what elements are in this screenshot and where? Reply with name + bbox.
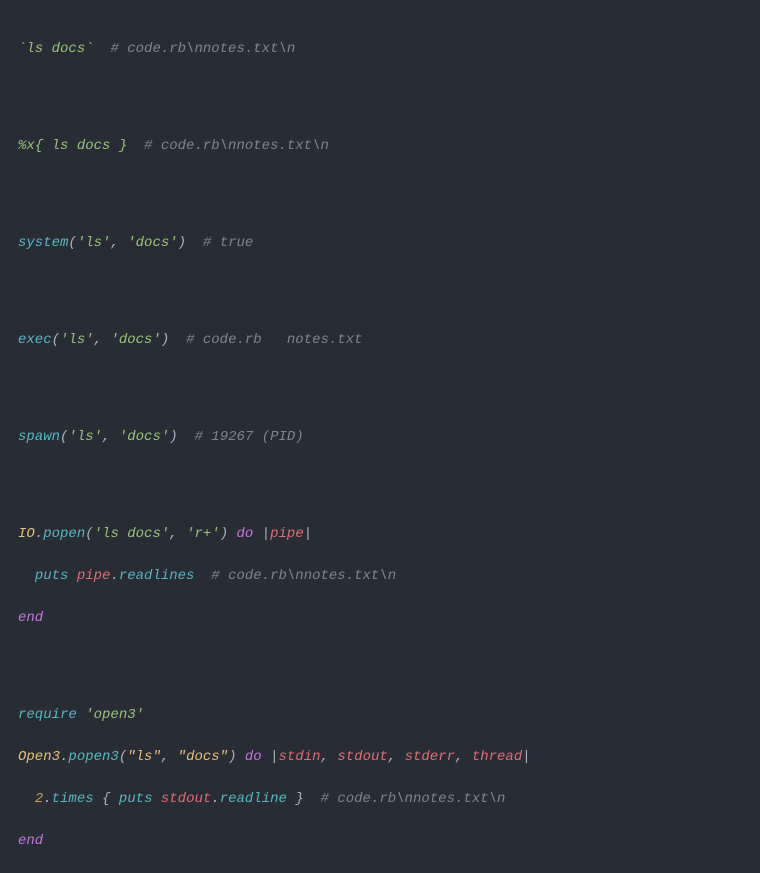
- class-open3: Open3: [18, 749, 60, 765]
- fn-readline: readline: [220, 791, 287, 807]
- kw-end: end: [18, 833, 43, 849]
- string-arg: 'docs': [119, 429, 169, 445]
- blank-line: [18, 275, 742, 309]
- fn-popen: popen: [43, 526, 85, 542]
- pctx-cmd: ls docs: [52, 138, 111, 154]
- string-arg: 'open3': [85, 707, 144, 723]
- code-line: end: [18, 608, 742, 629]
- class-io: IO: [18, 526, 35, 542]
- kw-do: do: [237, 526, 254, 542]
- block-param: stdin: [279, 749, 321, 765]
- comment: # code.rb\nnotes.txt\n: [144, 138, 329, 154]
- fn-spawn: spawn: [18, 429, 60, 445]
- backtick-cmd: ls docs: [26, 41, 85, 57]
- code-line: require 'open3': [18, 705, 742, 726]
- fn-exec: exec: [18, 332, 52, 348]
- blank-line: [18, 178, 742, 212]
- var-stdout: stdout: [161, 791, 211, 807]
- fn-popen3: popen3: [68, 749, 118, 765]
- kw-end: end: [18, 610, 43, 626]
- block-param: pipe: [270, 526, 304, 542]
- string-arg: 'ls': [60, 332, 94, 348]
- fn-system: system: [18, 235, 68, 251]
- blank-line: [18, 469, 742, 503]
- code-line: puts pipe.readlines # code.rb\nnotes.txt…: [18, 566, 742, 587]
- number-literal: 2: [35, 791, 43, 807]
- block-param: thread: [472, 749, 522, 765]
- block-param: stderr: [405, 749, 455, 765]
- code-line: `ls docs` # code.rb\nnotes.txt\n: [18, 39, 742, 60]
- pctx-close: }: [110, 138, 127, 154]
- fn-puts: puts: [35, 568, 69, 584]
- fn-times: times: [52, 791, 94, 807]
- code-line: Open3.popen3("ls", "docs") do |stdin, st…: [18, 747, 742, 768]
- string-arg: 'ls': [68, 429, 102, 445]
- backtick-close: `: [85, 41, 93, 57]
- blank-line: [18, 81, 742, 115]
- code-line: spawn('ls', 'docs') # 19267 (PID): [18, 427, 742, 448]
- fn-readlines: readlines: [119, 568, 195, 584]
- fn-puts: puts: [119, 791, 153, 807]
- block-param: stdout: [337, 749, 387, 765]
- string-arg: 'docs': [127, 235, 177, 251]
- comment: # code.rb notes.txt: [186, 332, 362, 348]
- blank-line: [18, 372, 742, 406]
- code-line: IO.popen('ls docs', 'r+') do |pipe|: [18, 524, 742, 545]
- comment: # true: [203, 235, 253, 251]
- comment: # code.rb\nnotes.txt\n: [211, 568, 396, 584]
- code-line: exec('ls', 'docs') # code.rb notes.txt: [18, 330, 742, 351]
- string-arg: 'ls': [77, 235, 111, 251]
- comment: # code.rb\nnotes.txt\n: [110, 41, 295, 57]
- kw-do: do: [245, 749, 262, 765]
- code-line: system('ls', 'docs') # true: [18, 233, 742, 254]
- string-arg: 'r+': [186, 526, 220, 542]
- var-pipe: pipe: [77, 568, 111, 584]
- blank-line: [18, 650, 742, 684]
- code-line: end: [18, 831, 742, 852]
- string-arg: "ls": [127, 749, 161, 765]
- fn-require: require: [18, 707, 77, 723]
- comment: # code.rb\nnotes.txt\n: [321, 791, 506, 807]
- code-line: 2.times { puts stdout.readline } # code.…: [18, 789, 742, 810]
- string-arg: 'docs': [110, 332, 160, 348]
- pctx-open: %x{: [18, 138, 52, 154]
- comment: # 19267 (PID): [194, 429, 303, 445]
- string-arg: 'ls docs': [94, 526, 170, 542]
- code-line: %x{ ls docs } # code.rb\nnotes.txt\n: [18, 136, 742, 157]
- code-block: `ls docs` # code.rb\nnotes.txt\n %x{ ls …: [18, 18, 742, 873]
- string-arg: "docs": [178, 749, 228, 765]
